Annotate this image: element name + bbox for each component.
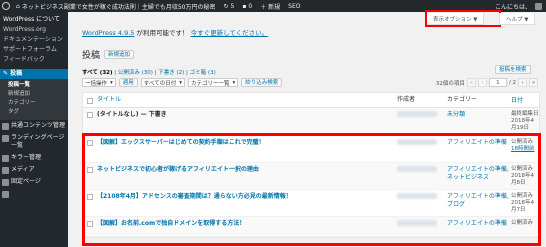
home-icon: ⌂	[16, 2, 20, 10]
page-header: 投稿 新規追加	[82, 48, 135, 61]
filter-trash[interactable]: ゴミ箱 (3)	[190, 70, 216, 76]
sidebar-item-common-content[interactable]: 共通コンテンツ管理	[2, 120, 68, 132]
current-page-input[interactable]: 1	[488, 78, 507, 87]
status-filters: すべて (32) | 公開済み (30) | 下書き (2) | ゴミ箱 (3)	[82, 70, 216, 76]
sidebar-item-add-new[interactable]: 新規追加	[8, 90, 68, 99]
sidebar-item-categories[interactable]: カテゴリー	[8, 99, 68, 108]
sidebar-item-posts[interactable]: ✎ 投稿	[0, 69, 68, 79]
date-filter-select[interactable]: すべての日付 ▾	[140, 78, 185, 87]
post-category-link[interactable]: 未分類	[447, 111, 511, 119]
killer-icon	[2, 155, 9, 162]
items-count: 32個の項目	[435, 80, 465, 87]
search-posts-button[interactable]: 投稿を検索	[495, 65, 531, 74]
filter-draft[interactable]: 下書き (2)	[158, 70, 184, 76]
category-filter-select[interactable]: カテゴリー一覧 ▾	[187, 78, 239, 87]
first-page-button[interactable]: «	[466, 78, 476, 87]
posts-submenu: 投稿一覧 新規追加 カテゴリー タグ	[0, 79, 68, 120]
filter-published[interactable]: 公開済み (30)	[118, 70, 153, 76]
pagination: 32個の項目 « ‹ 1 / 2 › »	[436, 78, 538, 87]
post-title-link[interactable]: (タイトルなし) — 下書き	[97, 111, 397, 119]
sidebar-item-media[interactable]: メディア	[2, 164, 68, 176]
wordpress-posts-screen: ⌂ ネットビジネス副業で女性が稼ぐ成功法則｜主婦でも月収50万円の秘密 ↻ 5 …	[0, 0, 546, 247]
updates-link[interactable]: ↻ 5	[219, 3, 238, 10]
page-title: 投稿	[82, 51, 101, 61]
account-menu[interactable]: こんにちは、	[495, 0, 542, 12]
filter-all[interactable]: すべて (32)	[82, 70, 113, 76]
comment-bubble-icon: ▪	[242, 2, 247, 10]
update-notice: WordPress 4.9.5 が利用可能です！ 今すぐ更新してください。	[82, 29, 269, 37]
wordpress-org-item[interactable]: WordPress.org	[3, 25, 65, 35]
total-pages: / 2	[508, 79, 516, 86]
column-date[interactable]: 日付	[511, 97, 539, 104]
wp-about-menu: WordPress について WordPress.org ドキュメンテーション …	[0, 12, 68, 65]
add-new-button[interactable]: 新規追加	[104, 50, 135, 59]
sidebar-menu: 共通コンテンツ管理 ランディングページ一覧 キラー管理 メディア 固定ページ	[0, 120, 68, 200]
landing-page-icon	[2, 135, 9, 142]
next-page-button[interactable]: ›	[518, 78, 527, 87]
avatar	[535, 2, 542, 10]
table-header: タイトル 作成者 カテゴリー 日付	[83, 93, 539, 108]
seo-link[interactable]: SEO	[284, 3, 304, 10]
wordpress-version-link[interactable]: WordPress 4.9.5	[82, 29, 134, 37]
highlight-box-screen-options	[425, 10, 501, 27]
comments-link[interactable]: ▪ 0	[238, 3, 256, 10]
update-now-link[interactable]: 今すぐ更新してください。	[191, 29, 269, 37]
author-name-redacted	[397, 111, 437, 117]
last-page-button[interactable]: »	[529, 78, 538, 87]
apply-button[interactable]: 適用	[118, 78, 138, 87]
filter-button[interactable]: 絞り込み検索	[241, 78, 283, 87]
post-author[interactable]	[397, 111, 447, 120]
post-date: 最終編集日 2018年4月19日	[511, 111, 539, 131]
chevron-down-icon: ▾	[232, 79, 236, 86]
common-content-icon	[2, 123, 9, 130]
sidebar-item-all-posts[interactable]: 投稿一覧	[8, 81, 68, 90]
comment-icon	[2, 191, 9, 198]
sidebar-item-comments[interactable]	[2, 188, 68, 200]
sidebar-item-landing-pages[interactable]: ランディングページ一覧	[2, 132, 68, 152]
support-forum-item[interactable]: サポートフォーラム	[3, 45, 65, 55]
wordpress-logo-icon[interactable]	[0, 0, 12, 12]
page-icon	[2, 179, 9, 186]
feedback-item[interactable]: フィードバック	[3, 55, 65, 65]
select-all-checkbox[interactable]	[87, 97, 93, 104]
help-button[interactable]: ヘルプ ▼	[499, 13, 536, 25]
media-icon	[2, 167, 9, 174]
sidebar-item-tags[interactable]: タグ	[8, 108, 68, 117]
column-category: カテゴリー	[447, 96, 478, 103]
table-nav: 一括操作 ▾ 適用 すべての日付 ▾ カテゴリー一覧 ▾ 絞り込み検索	[82, 78, 283, 87]
row-checkbox[interactable]	[87, 112, 93, 118]
post-search: 投稿を検索	[495, 65, 531, 74]
updates-icon: ↻	[223, 2, 229, 10]
sidebar-item-pages[interactable]: 固定ページ	[2, 176, 68, 188]
chevron-down-icon: ▾	[110, 79, 113, 86]
site-name-link[interactable]: ⌂ ネットビジネス副業で女性が稼ぐ成功法則｜主婦でも月収50万円の秘密	[12, 2, 219, 11]
about-wordpress-item[interactable]: WordPress について	[3, 15, 65, 25]
documentation-item[interactable]: ドキュメンテーション	[3, 35, 65, 45]
sidebar-item-killer[interactable]: キラー管理	[2, 152, 68, 164]
chevron-down-icon: ▾	[179, 79, 182, 86]
admin-sidebar: WordPress について WordPress.org ドキュメンテーション …	[0, 12, 68, 247]
prev-page-button[interactable]: ‹	[477, 78, 487, 87]
table-row: (タイトルなし) — 下書き 未分類 最終編集日 2018年4月19日	[83, 108, 539, 136]
column-author: 作成者	[397, 96, 416, 103]
bulk-action-select[interactable]: 一括操作 ▾	[82, 78, 116, 87]
new-content-link[interactable]: ＋ 新規	[256, 2, 284, 11]
highlight-box-post-list	[82, 133, 541, 246]
column-title[interactable]: タイトル	[97, 96, 397, 104]
